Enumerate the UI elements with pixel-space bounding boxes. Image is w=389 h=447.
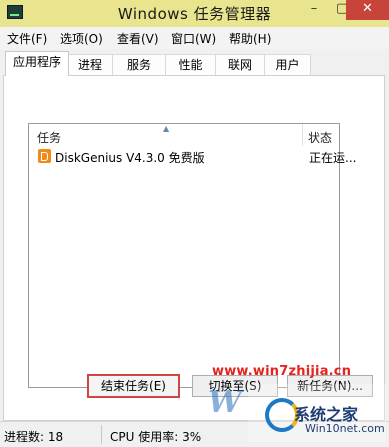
tab-services[interactable]: 服务 bbox=[112, 54, 166, 75]
watermark-letter: W bbox=[208, 385, 242, 420]
watermark-site: Win10net.com bbox=[305, 422, 385, 435]
end-task-button[interactable]: 结束任务(E) bbox=[87, 374, 180, 398]
menu-bar: 文件(F) 选项(O) 查看(V) 窗口(W) 帮助(H) bbox=[0, 27, 389, 49]
diskgenius-icon bbox=[38, 149, 51, 163]
tab-applications[interactable]: 应用程序 bbox=[5, 51, 69, 76]
menu-file[interactable]: 文件(F) bbox=[6, 30, 48, 47]
process-count: 进程数: 18 bbox=[4, 430, 64, 444]
status-divider bbox=[101, 425, 102, 444]
close-button[interactable]: ✕ bbox=[346, 0, 389, 20]
cpu-usage: CPU 使用率: 3% bbox=[110, 430, 202, 444]
minimize-button[interactable]: – bbox=[300, 0, 328, 20]
table-row[interactable]: DiskGenius V4.3.0 免费版 正在运... bbox=[30, 147, 356, 165]
menu-options[interactable]: 选项(O) bbox=[59, 30, 104, 47]
menu-help[interactable]: 帮助(H) bbox=[228, 30, 272, 47]
tab-users[interactable]: 用户 bbox=[264, 54, 311, 75]
tab-processes[interactable]: 进程 bbox=[67, 54, 113, 75]
column-divider[interactable] bbox=[302, 124, 303, 146]
column-header-status[interactable]: 状态 bbox=[308, 129, 332, 146]
task-name: DiskGenius V4.3.0 免费版 bbox=[55, 151, 205, 165]
task-list[interactable]: ▲ 任务 状态 DiskGenius V4.3.0 免费版 正在运... bbox=[28, 123, 356, 388]
tab-networking[interactable]: 联网 bbox=[215, 54, 265, 75]
watermark-url: www.win7zhijia.cn bbox=[212, 364, 352, 379]
menu-view[interactable]: 查看(V) bbox=[116, 30, 160, 47]
task-status: 正在运... bbox=[309, 151, 357, 165]
column-header-task[interactable]: 任务 bbox=[37, 129, 61, 146]
sort-ascending-icon: ▲ bbox=[163, 124, 170, 133]
menu-window[interactable]: 窗口(W) bbox=[170, 30, 217, 47]
title-bar: Windows 任务管理器 – ▢ ✕ bbox=[0, 0, 389, 28]
tab-performance[interactable]: 性能 bbox=[165, 54, 216, 75]
